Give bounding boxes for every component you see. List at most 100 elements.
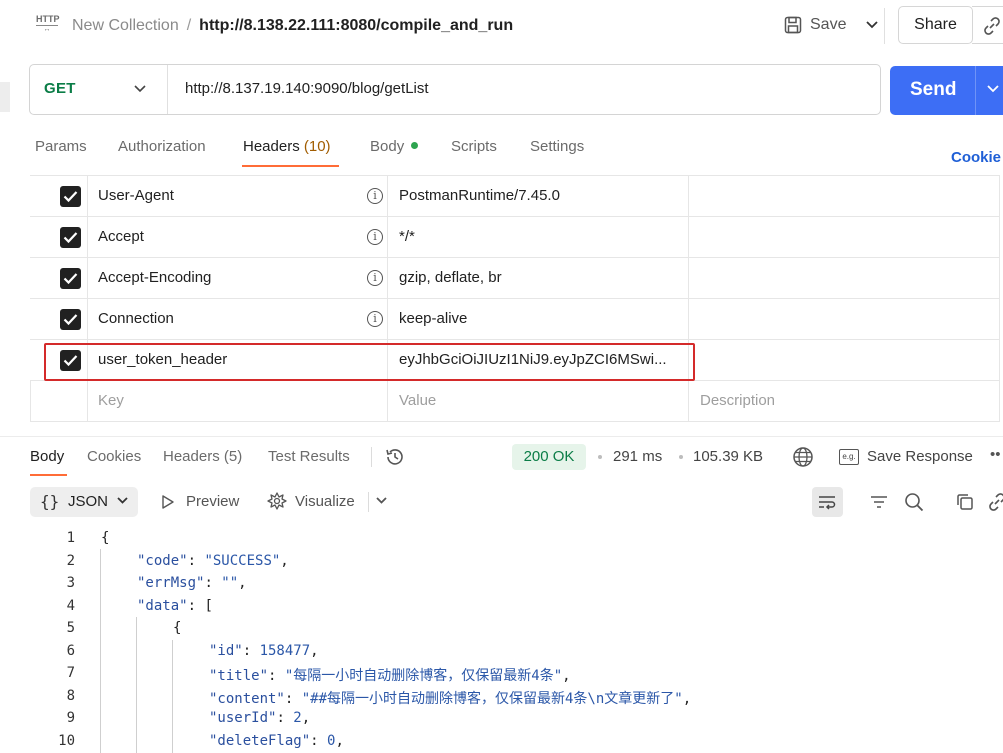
chevron-down-icon[interactable] [116,494,129,507]
tab-headers[interactable]: Headers (10) [243,138,331,155]
header-key[interactable]: Accept-Encoding [98,269,211,286]
chevron-down-icon[interactable] [986,82,1000,96]
link-icon[interactable] [986,491,1003,513]
save-response-icon[interactable]: e.g. [839,449,859,465]
header-checkbox[interactable] [60,227,81,248]
filter-icon[interactable] [868,491,890,513]
more-options-icon[interactable]: •• [990,446,1001,463]
divider [167,65,168,114]
url-input[interactable]: http://8.137.19.140:9090/blog/getList [185,80,429,97]
visualize-button[interactable]: Visualize [295,493,355,510]
globe-icon[interactable] [792,446,814,468]
value-placeholder[interactable]: Value [399,392,436,409]
breadcrumb-separator: / [186,17,192,34]
http-icon-label: HTTP [36,14,60,26]
code-line: "deleteFlag": 0, [209,733,344,749]
line-number: 6 [66,643,75,659]
indent-guide [172,640,173,753]
headers-table: User-Agent i PostmanRuntime/7.45.0 Accep… [30,175,1000,422]
header-value[interactable]: PostmanRuntime/7.45.0 [399,187,560,204]
save-button[interactable]: Save [784,12,846,38]
code-line: "code": "SUCCESS", [137,553,289,569]
line-number: 3 [66,575,75,591]
header-key[interactable]: Accept [98,228,144,245]
header-key[interactable]: User-Agent [98,187,174,204]
separator-dot [598,455,602,459]
method-select[interactable]: GET [44,80,76,97]
response-time[interactable]: 291 ms [613,448,662,465]
divider [975,66,976,115]
code-line: "errMsg": "", [137,575,247,591]
info-icon[interactable]: i [367,188,383,204]
tab-settings[interactable]: Settings [530,138,584,155]
cookies-link[interactable]: Cookie [951,149,1001,166]
status-badge[interactable]: 200 OK [512,444,586,470]
code-line: "title": "每隔一小时自动删除博客，仅保留最新4条", [209,668,571,684]
chevron-down-icon[interactable] [864,14,880,36]
response-size[interactable]: 105.39 KB [693,448,763,465]
header-value[interactable]: keep-alive [399,310,467,327]
link-icon [984,17,1000,35]
header-row: User-Agent i PostmanRuntime/7.45.0 [30,176,1000,217]
line-number: 10 [58,733,75,749]
save-response-button[interactable]: Save Response [867,448,973,465]
line-number: 9 [66,710,75,726]
indent-guide [100,549,101,753]
save-response-icon-text: e.g. [842,452,856,461]
save-icon [784,16,802,34]
code-line: { [101,530,110,546]
copy-link-button[interactable] [972,6,1003,44]
breadcrumb-collection[interactable]: New Collection [72,17,179,35]
header-checkbox[interactable] [60,186,81,207]
visualize-icon[interactable] [266,491,288,513]
header-row-new: Key Value Description [30,381,1000,422]
info-icon[interactable]: i [367,270,383,286]
http-request-icon: HTTP ↔ [36,14,60,33]
format-label[interactable]: JSON [68,493,108,510]
divider [884,8,885,44]
header-checkbox[interactable] [60,309,81,330]
search-icon[interactable] [903,491,925,513]
header-value[interactable]: */* [399,228,415,245]
divider [371,447,372,467]
sidebar-edge [0,82,10,112]
breadcrumb: New Collection / http://8.138.22.111:808… [72,16,513,36]
response-tab-headers[interactable]: Headers (5) [163,448,242,465]
share-button[interactable]: Share [898,6,973,44]
tab-authorization[interactable]: Authorization [118,138,206,155]
header-value[interactable]: gzip, deflate, br [399,269,502,286]
copy-icon[interactable] [954,491,976,513]
line-number: 1 [66,530,75,546]
tab-params[interactable]: Params [35,138,87,155]
header-key[interactable]: Connection [98,310,174,327]
response-tab-cookies[interactable]: Cookies [87,448,141,465]
play-icon[interactable] [160,494,176,510]
history-icon[interactable] [384,446,406,468]
code-line: "userId": 2, [209,710,311,726]
response-tab-body[interactable]: Body [30,448,64,465]
key-placeholder[interactable]: Key [98,392,124,409]
chevron-down-icon[interactable] [375,494,388,507]
response-body-editor[interactable]: 1 { 2 "code": "SUCCESS", 3 "errMsg": "",… [0,527,1003,753]
line-number: 5 [66,620,75,636]
code-line: "data": [ [137,598,213,614]
code-line: { [173,620,182,636]
send-label[interactable]: Send [910,79,956,101]
preview-button[interactable]: Preview [186,493,239,510]
request-title[interactable]: http://8.138.22.111:8080/compile_and_run [199,17,513,35]
code-line: "id": 158477, [209,643,319,659]
chevron-down-icon[interactable] [132,80,148,98]
tab-body[interactable]: Body [370,138,419,155]
tab-body-label: Body [370,138,405,155]
active-tab-indicator [30,474,67,476]
info-icon[interactable]: i [367,311,383,327]
wrap-lines-button[interactable] [812,487,843,517]
response-tab-test-results[interactable]: Test Results [268,448,350,465]
indent-guide [136,617,137,753]
description-placeholder[interactable]: Description [700,392,775,409]
tab-scripts[interactable]: Scripts [451,138,497,155]
url-bar [29,64,881,115]
header-checkbox[interactable] [60,268,81,289]
save-label: Save [810,16,847,33]
info-icon[interactable]: i [367,229,383,245]
